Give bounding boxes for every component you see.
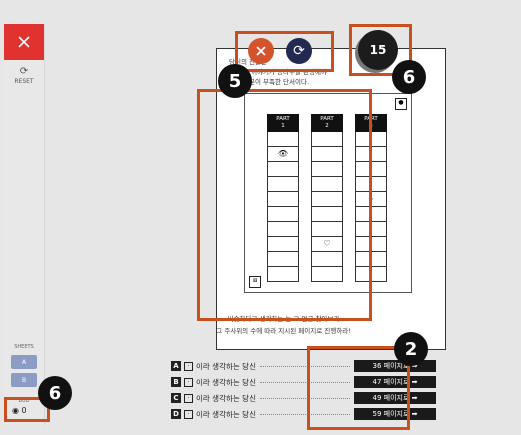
sheet-b-button[interactable]: B (11, 373, 37, 387)
callout-board-box (197, 89, 372, 321)
die-icon: · (184, 409, 193, 419)
die-icon: ● (395, 98, 407, 110)
marker-6: 6 (38, 376, 72, 410)
choice-text: 이라 생각하는 당신 (196, 409, 256, 419)
die-icon: · (184, 361, 193, 371)
sidebar: ⟳ RESET SHEETS A B BUD ◉ 0 (4, 24, 45, 425)
close-button[interactable] (4, 24, 44, 60)
die-icon: · (184, 377, 193, 387)
choice-letter: B (171, 377, 181, 387)
die-icon: · (184, 393, 193, 403)
choice-letter: A (171, 361, 181, 371)
caption: 그 주사위의 수에 따라 지시된 페이지로 진행하라! (216, 327, 351, 335)
marker-5: 5 (218, 64, 252, 98)
choice-letter: D (171, 409, 181, 419)
close-icon (18, 36, 30, 48)
reset-button[interactable]: ⟳ RESET (4, 66, 44, 85)
sheets-label: SHEETS (14, 344, 34, 350)
choice-text: 이라 생각하는 당신 (196, 393, 256, 403)
marker-2: 2 (394, 332, 428, 366)
callout-box-5 (235, 31, 334, 72)
choice-letter: C (171, 393, 181, 403)
marker-6: 6 (392, 60, 426, 94)
main-view: 당신의 진술은 되었다. 이야기가 몽타주를 완성해야 어떤 부분이 부족한 단… (46, 0, 521, 435)
sheet-a-button[interactable]: A (11, 355, 37, 369)
callout-box-2 (307, 346, 410, 430)
reset-label: RESET (14, 78, 34, 85)
reset-icon: ⟳ (19, 66, 29, 77)
choice-text: 이라 생각하는 당신 (196, 377, 256, 387)
choice-text: 이라 생각하는 당신 (196, 361, 256, 371)
